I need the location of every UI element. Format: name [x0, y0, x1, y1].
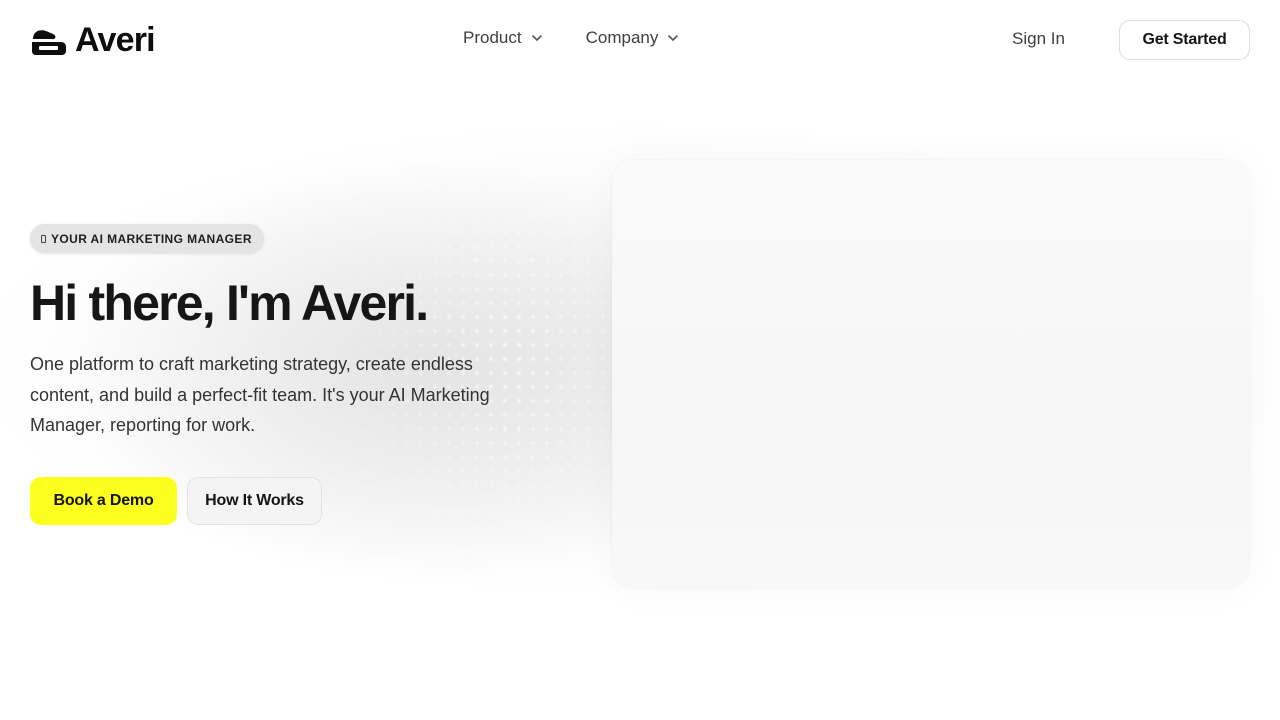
- chevron-down-icon: [668, 35, 679, 41]
- hero-subtitle: One platform to craft marketing strategy…: [30, 354, 490, 435]
- how-it-works-button[interactable]: How It Works: [187, 477, 322, 525]
- hero-badge: YOUR AI MARKETING MANAGER: [30, 224, 264, 253]
- sign-in-link[interactable]: Sign In: [1012, 28, 1065, 50]
- chevron-down-icon: [531, 35, 542, 41]
- landing-page: Averi Product Company Sign In Get Starte…: [0, 0, 1280, 720]
- hero-media-card: [612, 160, 1250, 588]
- phone-icon: [41, 234, 46, 243]
- hero-badge-text: YOUR AI MARKETING MANAGER: [51, 231, 252, 246]
- brand-logo-link[interactable]: Averi: [30, 21, 156, 59]
- nav-item-company[interactable]: Company: [586, 27, 681, 49]
- nav-item-label: Company: [585, 28, 659, 47]
- hero-title: Hi there, I'm Averi.: [30, 275, 429, 331]
- brand-name: Averi: [75, 21, 156, 59]
- main-nav: Product Company: [463, 27, 680, 49]
- nav-item-product[interactable]: Product: [463, 27, 544, 49]
- book-demo-button[interactable]: Book a Demo: [30, 477, 177, 525]
- get-started-button[interactable]: Get Started: [1119, 20, 1250, 60]
- site-header: Averi Product Company Sign In Get Starte…: [0, 0, 1280, 78]
- averi-logo-icon: [32, 30, 66, 55]
- nav-item-label: Product: [463, 28, 522, 47]
